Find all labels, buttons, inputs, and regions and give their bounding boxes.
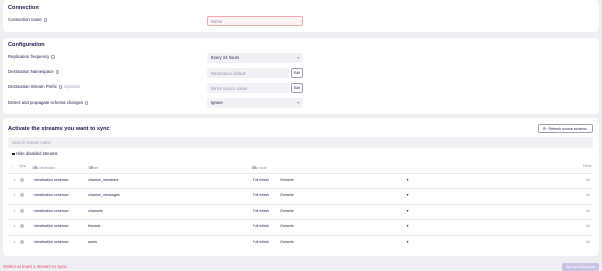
connection-name-label-text: Connection name	[8, 17, 42, 22]
streams-card: Activate the streams you want to sync ⟳ R…	[3, 118, 599, 256]
expand-row-icon[interactable]: ›	[14, 224, 15, 228]
destination-stream-prefix-label: Destination Stream Prefix Optional	[8, 84, 80, 89]
checkbox-icon	[12, 152, 15, 156]
expand-row-icon[interactable]: ›	[14, 178, 15, 182]
replication-frequency-select[interactable]: Every 24 hours ▼	[207, 53, 303, 63]
optional-tag: Optional	[63, 84, 80, 89]
hide-disabled-streams-toggle[interactable]: Hide disabled streams	[12, 151, 58, 156]
sync-mode-dropdown-icon[interactable]: ▼	[406, 178, 409, 182]
replication-frequency-label: Replication frequency	[8, 54, 55, 59]
sync-toggle[interactable]	[20, 178, 24, 182]
streams-table-header: › Sync Data destination Stream Sync mode…	[8, 162, 593, 170]
row-destination: <destination schema>	[33, 223, 70, 228]
row-destination: <destination schema>	[33, 208, 70, 213]
connection-name-label: Connection name	[8, 17, 48, 22]
sync-toggle[interactable]	[20, 240, 24, 244]
row-overwrite[interactable]: Overwrite	[280, 193, 294, 197]
row-fields[interactable]: All	[586, 178, 590, 182]
row-destination: <destination schema>	[33, 177, 70, 182]
schema-changes-label: Detect and propagate schema changes	[8, 100, 89, 105]
schema-changes-select[interactable]: Ignore ▼	[207, 98, 303, 108]
expand-row-icon[interactable]: ›	[14, 193, 15, 197]
row-stream: users	[88, 239, 98, 244]
destination-stream-prefix-field: Mirror source name	[207, 83, 289, 93]
info-icon	[85, 101, 89, 105]
expand-row-icon[interactable]: ›	[14, 209, 15, 213]
row-overwrite[interactable]: Overwrite	[280, 240, 294, 244]
row-sync-mode[interactable]: Full refresh	[253, 193, 269, 197]
row-fields[interactable]: All	[586, 240, 590, 244]
sync-mode-dropdown-icon[interactable]: ▼	[406, 209, 409, 213]
connection-name-input[interactable]: Name	[207, 16, 303, 26]
expand-row-icon[interactable]: ›	[14, 240, 15, 244]
row-stream: channels	[88, 208, 103, 213]
row-sync-mode[interactable]: Full refresh	[253, 209, 269, 213]
row-stream: threads	[88, 223, 101, 228]
column-sync: Sync	[19, 164, 27, 168]
row-sync-mode[interactable]: Full refresh	[253, 178, 269, 182]
chevron-down-icon: ▼	[296, 101, 300, 105]
streams-section-title: Activate the streams you want to sync	[8, 126, 110, 132]
table-row: › <destination schema> channel_messages …	[8, 188, 593, 200]
prefix-edit-button[interactable]: Edit	[291, 83, 303, 93]
row-fields[interactable]: All	[586, 193, 590, 197]
expand-all-icon[interactable]: ›	[12, 164, 13, 168]
destination-namespace-field: Destination default	[207, 68, 289, 78]
row-overwrite[interactable]: Overwrite	[280, 178, 294, 182]
column-fields: Fields	[583, 164, 592, 168]
schema-changes-value: Ignore	[211, 100, 223, 105]
row-fields[interactable]: All	[586, 224, 590, 228]
destination-namespace-label: Destination Namespace	[8, 69, 60, 74]
info-icon	[58, 85, 63, 89]
setup-connection-button[interactable]: Set up connection	[562, 263, 599, 271]
schema-changes-label-text: Detect and propagate schema changes	[8, 100, 84, 105]
replication-frequency-value: Every 24 hours	[211, 55, 240, 60]
configuration-section-title: Configuration	[8, 42, 45, 48]
replication-frequency-label-text: Replication frequency	[8, 54, 50, 59]
table-row: › <destination schema> channel_members F…	[8, 173, 593, 185]
sync-toggle[interactable]	[20, 209, 24, 213]
refresh-source-schema-label: Refresh source schema	[548, 127, 587, 131]
chevron-down-icon: ▼	[296, 56, 300, 60]
row-destination: <destination schema>	[33, 239, 70, 244]
connection-section-title: Connection	[8, 5, 39, 11]
row-fields[interactable]: All	[586, 209, 590, 213]
table-row: › <destination schema> threads Full refr…	[8, 219, 593, 231]
connection-card: Connection Connection name Name	[3, 0, 599, 32]
row-destination: <destination schema>	[33, 192, 70, 197]
validation-error-message: Select at least 1 stream to sync.	[3, 264, 69, 269]
info-icon	[43, 18, 48, 22]
namespace-edit-button[interactable]: Edit	[291, 68, 303, 78]
info-icon	[51, 55, 55, 59]
row-stream: channel_messages	[88, 192, 120, 197]
row-overwrite[interactable]: Overwrite	[280, 209, 294, 213]
sync-mode-dropdown-icon[interactable]: ▼	[406, 240, 409, 244]
row-sync-mode[interactable]: Full refresh	[253, 224, 269, 228]
info-icon	[55, 70, 60, 74]
destination-namespace-label-text: Destination Namespace	[8, 69, 54, 74]
row-overwrite[interactable]: Overwrite	[280, 224, 294, 228]
sync-mode-dropdown-icon[interactable]: ▼	[406, 224, 409, 228]
row-sync-mode[interactable]: Full refresh	[253, 240, 269, 244]
configuration-card: Configuration Replication frequency Ever…	[3, 38, 599, 114]
sync-toggle[interactable]	[20, 224, 24, 228]
table-row: › <destination schema> users Full refres…	[8, 235, 593, 247]
refresh-source-schema-button[interactable]: ⟳ Refresh source schema	[538, 124, 593, 133]
refresh-icon: ⟳	[543, 126, 547, 131]
hide-disabled-streams-label: Hide disabled streams	[16, 151, 58, 156]
sync-toggle[interactable]	[20, 193, 24, 197]
sync-mode-dropdown-icon[interactable]: ▼	[406, 193, 409, 197]
table-row: › <destination schema> channels Full ref…	[8, 204, 593, 216]
stream-search-input[interactable]: Search stream name	[8, 137, 593, 148]
destination-stream-prefix-label-text: Destination Stream Prefix	[8, 84, 57, 89]
row-stream: channel_members	[88, 177, 119, 182]
